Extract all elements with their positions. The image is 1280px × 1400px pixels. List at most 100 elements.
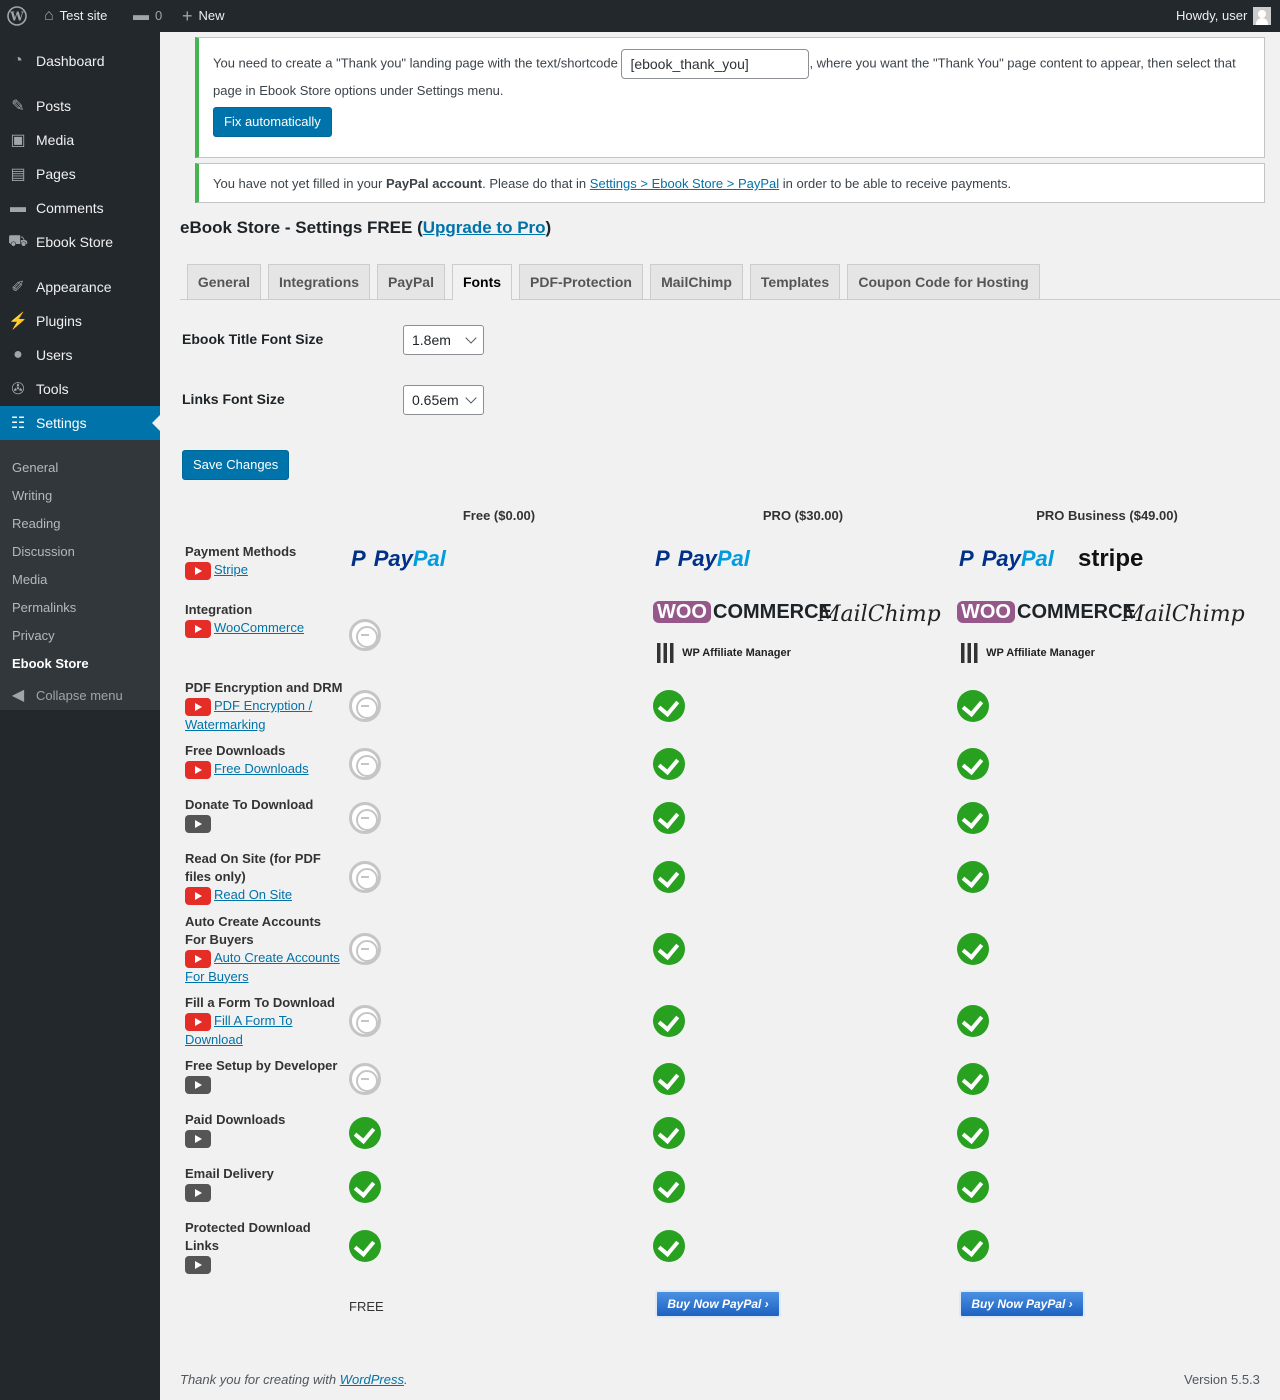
sidebar-item-plugins[interactable]: ⚡ Plugins xyxy=(0,304,160,338)
notice-text: You need to create a "Thank you" landing… xyxy=(213,55,618,71)
check-icon xyxy=(957,1171,989,1203)
youtube-icon[interactable] xyxy=(185,619,211,638)
mailchimp-logo: MailChimp xyxy=(818,602,941,627)
check-icon xyxy=(957,690,989,722)
check-icon xyxy=(653,1117,685,1149)
unavailable-icon xyxy=(349,1063,381,1095)
tab-general[interactable]: General xyxy=(187,264,261,299)
tab-fonts[interactable]: Fonts xyxy=(452,264,512,300)
comment-icon: ▬ xyxy=(133,7,149,24)
paypal-settings-link[interactable]: Settings > Ebook Store > PayPal xyxy=(590,176,779,191)
user-icon: ● xyxy=(13,346,23,363)
youtube-icon[interactable] xyxy=(185,1012,211,1031)
submenu-writing[interactable]: Writing xyxy=(12,488,52,503)
submenu-reading[interactable]: Reading xyxy=(12,516,60,531)
check-icon xyxy=(349,1117,381,1149)
sidebar-item-users[interactable]: ● Users xyxy=(0,338,160,372)
title-font-size-label: Ebook Title Font Size xyxy=(182,331,324,347)
tab-mailchimp[interactable]: MailChimp xyxy=(650,264,743,299)
youtube-icon[interactable] xyxy=(185,949,211,968)
youtube-icon[interactable] xyxy=(185,561,211,580)
plan-header-free: Free ($0.00) xyxy=(462,508,536,523)
submenu-media[interactable]: Media xyxy=(12,572,47,587)
admin-bar: W ⌂ Test site ▬ 0 + New Howdy, user xyxy=(0,0,1280,32)
video-icon[interactable] xyxy=(185,1075,211,1094)
sidebar-item-tools[interactable]: ✇ Tools xyxy=(0,372,160,406)
sidebar-item-settings[interactable]: ☷ Settings xyxy=(0,406,160,440)
paypal-logo: P PayPal xyxy=(655,546,750,571)
shortcode-field[interactable]: [ebook_thank_you] xyxy=(621,49,810,79)
save-changes-button[interactable]: Save Changes xyxy=(182,450,290,480)
check-icon xyxy=(957,1230,989,1262)
links-font-size-label: Links Font Size xyxy=(182,391,285,407)
video-icon[interactable] xyxy=(185,814,211,833)
submenu-permalinks[interactable]: Permalinks xyxy=(12,600,76,615)
feature-email-delivery: Email Delivery xyxy=(185,1165,345,1202)
page-title: eBook Store - Settings FREE (Upgrade to … xyxy=(180,218,552,237)
check-icon xyxy=(957,748,989,780)
buy-now-business-button[interactable]: Buy Now PayPal › xyxy=(959,1290,1085,1318)
submenu-discussion[interactable]: Discussion xyxy=(12,544,75,559)
sidebar-item-appearance[interactable]: ✐ Appearance xyxy=(0,270,160,304)
free-downloads-video-link[interactable]: Free Downloads xyxy=(214,761,309,776)
title-font-size-select[interactable]: 1.8em xyxy=(403,325,484,355)
video-icon[interactable] xyxy=(185,1183,211,1202)
wp-affiliate-manager-logo: WP Affiliate Manager xyxy=(657,643,791,663)
account-menu[interactable]: Howdy, user xyxy=(1176,0,1272,32)
paypal-mark-icon: P xyxy=(655,546,670,571)
sidebar-item-pages[interactable]: ▤ Pages xyxy=(0,157,160,191)
sidebar-item-dashboard[interactable]: ◔ Dashboard xyxy=(0,44,160,78)
chart-icon xyxy=(657,643,679,663)
tab-coupon-code[interactable]: Coupon Code for Hosting xyxy=(847,264,1040,299)
unavailable-icon xyxy=(349,619,381,651)
collapse-menu-button[interactable]: ◀ Collapse menu xyxy=(0,678,160,712)
links-font-size-select[interactable]: 0.65em xyxy=(403,385,484,415)
feature-payment-methods: Payment Methods Stripe xyxy=(185,543,345,580)
feature-protected-links: Protected Download Links xyxy=(185,1219,345,1274)
comments-link[interactable]: ▬ 0 xyxy=(133,0,162,32)
wp-affiliate-manager-logo: WP Affiliate Manager xyxy=(961,643,1095,663)
comments-count: 0 xyxy=(155,8,163,23)
wrench-icon: ✇ xyxy=(11,381,25,398)
wordpress-link[interactable]: WordPress xyxy=(340,1372,404,1387)
check-icon xyxy=(957,933,989,965)
sidebar-item-comments[interactable]: ▬ Comments xyxy=(0,191,160,225)
stripe-video-link[interactable]: Stripe xyxy=(214,562,248,577)
plugin-icon: ⚡ xyxy=(8,313,28,330)
plan-header-business: PRO Business ($49.00) xyxy=(1036,508,1178,523)
unavailable-icon xyxy=(349,861,381,893)
feature-free-setup: Free Setup by Developer xyxy=(185,1057,345,1094)
youtube-icon[interactable] xyxy=(185,886,211,905)
site-name-link[interactable]: ⌂ Test site xyxy=(44,0,107,32)
youtube-icon[interactable] xyxy=(185,697,211,716)
youtube-icon[interactable] xyxy=(185,760,211,779)
video-icon[interactable] xyxy=(185,1255,211,1274)
read-on-site-video-link[interactable]: Read On Site xyxy=(214,887,292,902)
fix-automatically-button[interactable]: Fix automatically xyxy=(213,107,332,137)
mailchimp-logo: MailChimp xyxy=(1122,602,1245,627)
comment-icon: ▬ xyxy=(10,199,26,216)
tab-paypal[interactable]: PayPal xyxy=(377,264,445,299)
submenu-privacy[interactable]: Privacy xyxy=(12,628,55,643)
sidebar-item-posts[interactable]: ✎ Posts xyxy=(0,89,160,123)
submenu-ebook-store[interactable]: Ebook Store xyxy=(12,656,89,671)
sidebar-item-ebook-store[interactable]: ⛟ Ebook Store xyxy=(0,225,160,259)
buy-now-pro-button[interactable]: Buy Now PayPal › xyxy=(655,1290,781,1318)
tab-pdf-protection[interactable]: PDF-Protection xyxy=(519,264,643,299)
check-icon xyxy=(957,1005,989,1037)
woocommerce-video-link[interactable]: WooCommerce xyxy=(214,620,304,635)
new-content-link[interactable]: + New xyxy=(182,0,225,32)
tab-integrations[interactable]: Integrations xyxy=(268,264,370,299)
video-icon[interactable] xyxy=(185,1129,211,1148)
woocommerce-logo: WOO COMMERCE xyxy=(653,601,832,624)
admin-sidebar: ◔ Dashboard ✎ Posts ▣ Media ▤ Pages ▬ Comment… xyxy=(0,32,160,1400)
check-icon xyxy=(349,1230,381,1262)
wordpress-logo-icon[interactable]: W xyxy=(7,0,27,32)
upgrade-to-pro-link[interactable]: Upgrade to Pro xyxy=(423,218,546,237)
free-price-label: FREE xyxy=(349,1299,384,1314)
tab-templates[interactable]: Templates xyxy=(750,264,840,299)
submenu-general[interactable]: General xyxy=(12,460,58,475)
check-icon xyxy=(653,1063,685,1095)
settings-submenu: General Writing Reading Discussion Media… xyxy=(0,440,160,710)
sidebar-item-media[interactable]: ▣ Media xyxy=(0,123,160,157)
